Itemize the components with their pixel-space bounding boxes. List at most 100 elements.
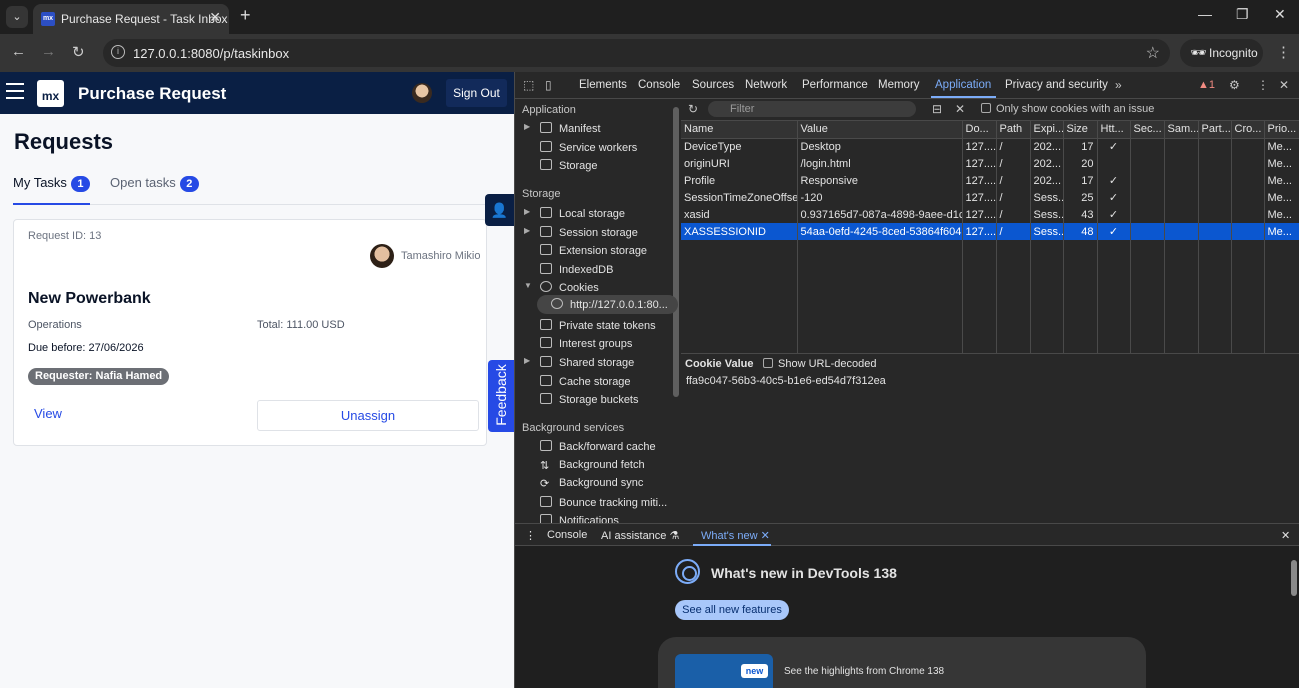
column-header[interactable]: Path [996,121,1031,139]
cookie-value-text[interactable]: ffa9c047-56b3-40c5-b1e6-ed54d7f312ea [686,375,886,387]
hamburger-menu-icon[interactable] [6,83,24,104]
settings-gear-icon[interactable]: ⚙ [1229,78,1240,92]
warning-count[interactable]: ▲1 [1198,79,1215,91]
device-toolbar-icon[interactable]: ▯ [545,78,552,92]
table-row-selected[interactable]: XASSESSIONID 54aa-0efd-4245-8ced-53864f6… [681,223,1299,240]
column-header[interactable]: Size [1063,121,1098,139]
tab-open-tasks[interactable]: Open tasks 2 [110,175,199,205]
tab-my-tasks[interactable]: My Tasks 1 [13,175,90,205]
drawer-menu-icon[interactable]: ⋮ [525,529,536,542]
user-switch-icon[interactable]: 👤 [485,194,514,226]
collapse-arrow-icon[interactable]: ▼ [524,281,532,290]
new-tab-icon[interactable]: + [240,5,251,26]
close-drawer-icon[interactable]: ✕ [1281,529,1290,542]
view-link[interactable]: View [34,406,62,421]
sidebar-item-private-state-tokens[interactable]: Private state tokens [540,319,656,332]
close-window-icon[interactable]: ✕ [1274,6,1286,23]
sidebar-item-manifest[interactable]: ▶ Manifest [524,122,601,135]
user-avatar[interactable] [412,83,432,103]
checkbox-icon[interactable] [981,103,991,113]
checkbox-icon[interactable] [763,358,773,368]
browser-menu-icon[interactable]: ⋮ [1276,43,1291,61]
sidebar-item-local-storage[interactable]: ▶ Local storage [524,207,625,220]
drawer-tab-whats-new[interactable]: What's new ✕ [701,529,770,542]
tab-application[interactable]: Application [935,79,991,91]
show-url-decoded-checkbox[interactable]: Show URL-decoded [763,358,876,370]
sidebar-item-cache-storage[interactable]: Cache storage [540,375,631,388]
drawer-tab-ai-assistance[interactable]: AI assistance ⚗ [601,529,679,542]
only-issue-checkbox[interactable]: Only show cookies with an issue [981,103,1154,115]
table-row[interactable]: SessionTimeZoneOffset -120 127.... / Ses… [681,189,1299,206]
clear-filtered-icon[interactable]: ⊟ [932,102,942,116]
sidebar-item-session-storage[interactable]: ▶ Session storage [524,226,638,239]
devtools-menu-icon[interactable]: ⋮ [1257,78,1269,92]
address-bar[interactable]: i 127.0.0.1:8080/p/taskinbox ☆ [103,39,1170,67]
sidebar-item-bounce-tracking[interactable]: Bounce tracking miti... [540,496,667,509]
sidebar-item-interest-groups[interactable]: Interest groups [540,337,632,350]
close-tab-icon[interactable]: ✕ [761,530,770,542]
sidebar-item-shared-storage[interactable]: ▶ Shared storage [524,356,634,369]
see-all-features-button[interactable]: See all new features [675,600,789,620]
drawer-scrollbar[interactable] [1291,560,1297,596]
tab-performance[interactable]: Performance [802,79,868,91]
sidebar-item-storage[interactable]: Storage [540,159,598,172]
column-header[interactable]: Cro... [1231,121,1265,139]
column-header[interactable]: Do... [962,121,997,139]
table-row[interactable]: Profile Responsive 127.... / 202... 17 ✓… [681,172,1299,189]
url-text[interactable]: 127.0.0.1:8080/p/taskinbox [133,46,289,61]
column-header[interactable]: Sec... [1130,121,1165,139]
expand-arrow-icon[interactable]: ▶ [524,207,530,216]
more-tabs-icon[interactable]: » [1115,78,1122,92]
sidebar-item-notifications[interactable]: Notifications [540,514,619,523]
tab-console[interactable]: Console [638,79,680,91]
unassign-button[interactable]: Unassign [257,400,479,431]
sidebar-item-background-fetch[interactable]: ⇅ Background fetch [540,459,645,472]
sidebar-scrollbar[interactable] [673,107,679,397]
sidebar-item-indexeddb[interactable]: IndexedDB [540,263,613,276]
column-header[interactable]: Value [797,121,963,139]
column-header[interactable]: Name [681,121,798,139]
incognito-indicator[interactable]: 🕶 Incognito [1180,39,1263,67]
tab-sources[interactable]: Sources [692,79,734,91]
column-header[interactable]: Htt... [1097,121,1131,139]
delete-selected-icon[interactable]: ✕ [955,102,965,116]
table-row[interactable]: DeviceType Desktop 127.... / 202... 17 ✓… [681,138,1299,155]
table-row[interactable]: originURI /login.html 127.... / 202... 2… [681,155,1299,172]
browser-tab[interactable]: mx Purchase Request - Task Inbox ✕ [33,4,229,34]
forward-icon[interactable]: → [41,43,56,60]
restore-icon[interactable]: ❐ [1236,6,1249,23]
expand-arrow-icon[interactable]: ▶ [524,356,530,365]
tab-privacy-security[interactable]: Privacy and security [1005,79,1108,91]
drawer-tab-console[interactable]: Console [547,529,587,541]
column-header[interactable]: Expi... [1030,121,1064,139]
expand-arrow-icon[interactable]: ▶ [524,122,530,131]
tab-memory[interactable]: Memory [878,79,920,91]
minimize-icon[interactable]: — [1198,6,1212,22]
tab-search-button[interactable]: ⌄ [6,6,28,28]
column-header[interactable]: Sam... [1164,121,1199,139]
sidebar-item-cookie-origin[interactable]: http://127.0.0.1:80... [551,298,668,311]
sidebar-item-extension-storage[interactable]: Extension storage [540,244,647,257]
sidebar-item-bfcache[interactable]: Back/forward cache [540,440,656,453]
tab-elements[interactable]: Elements [579,79,627,91]
table-row[interactable]: xasid 0.937165d7-087a-4898-9aee-d1c... 1… [681,206,1299,223]
sign-out-button[interactable]: Sign Out [446,79,507,107]
filter-input[interactable]: Filter [708,101,916,117]
close-devtools-icon[interactable]: ✕ [1279,78,1289,92]
tab-network[interactable]: Network [745,79,787,91]
expand-arrow-icon[interactable]: ▶ [524,226,530,235]
reload-icon[interactable]: ↻ [72,43,85,61]
sidebar-item-background-sync[interactable]: ⟳ Background sync [540,477,643,490]
sidebar-item-service-workers[interactable]: Service workers [540,141,637,154]
column-header[interactable]: Prio... [1264,121,1299,139]
back-icon[interactable]: ← [11,43,26,60]
close-tab-icon[interactable]: ✕ [209,9,221,26]
site-info-icon[interactable]: i [111,45,125,59]
sidebar-item-storage-buckets[interactable]: Storage buckets [540,393,639,406]
feedback-button[interactable]: Feedback [488,360,514,432]
refresh-icon[interactable]: ↻ [688,102,698,116]
column-header[interactable]: Part... [1198,121,1232,139]
sidebar-item-cookies[interactable]: ▼ Cookies [524,281,599,294]
inspect-element-icon[interactable]: ⬚ [523,78,534,92]
bookmark-star-icon[interactable]: ☆ [1146,43,1160,63]
